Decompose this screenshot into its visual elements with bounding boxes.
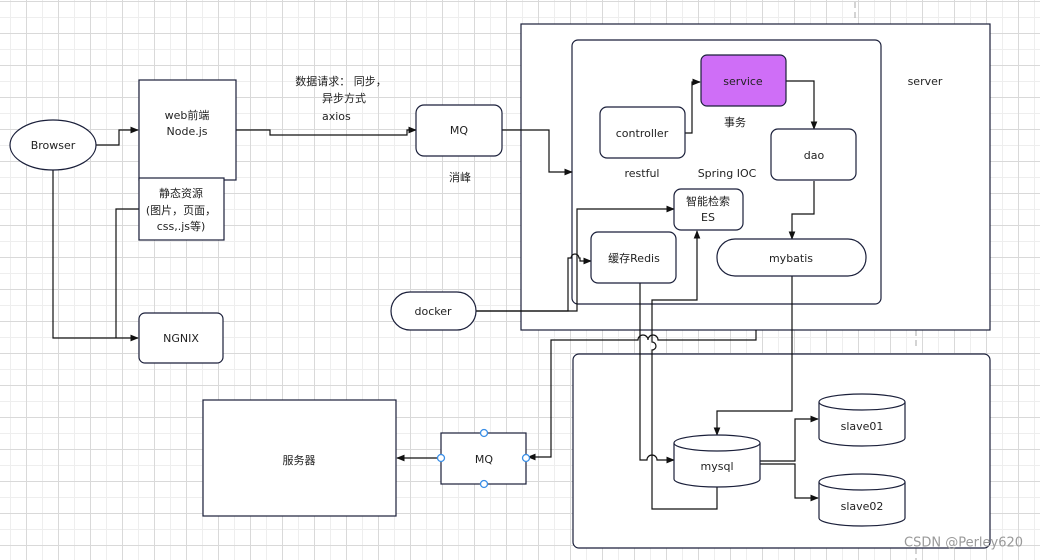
nginx-node[interactable]: NGNIX [138,312,224,364]
controller-label: controller [616,127,669,140]
static-resources-node[interactable]: 静态资源 (图片，页面， css,.js等) [138,177,225,241]
request-note-line-2: 异步方式 [322,91,366,105]
controller-node[interactable]: controller [599,106,686,159]
edge-browser-nginx [52,170,139,342]
database-container[interactable] [572,353,991,549]
mysql-label: mysql [701,460,734,473]
mq-bottom-node[interactable]: MQ [436,428,531,489]
slave02-node[interactable]: slave02 [818,473,906,527]
slave02-label: slave02 [841,500,884,513]
web-frontend-label-2: Node.js [167,125,208,138]
mybatis-node[interactable]: mybatis [716,238,867,277]
docker-label: docker [414,305,452,318]
dao-node[interactable]: dao [770,128,857,181]
service-caption: 事务 [724,116,746,129]
web-frontend-label-1: web前端 [165,108,210,122]
slave01-cylinder-top [818,393,906,411]
server-label: server [908,75,943,88]
service-label: service [723,75,763,88]
mq-bottom-label: MQ [475,453,493,466]
request-note-line-3: axios [322,110,351,123]
static-resources-label-3: css,.js等) [157,219,206,233]
edge-web-mq [236,126,417,136]
slave01-node[interactable]: slave01 [818,393,906,447]
mysql-cylinder-top [673,434,761,452]
redis-node[interactable]: 缓存Redis [590,231,677,284]
es-label-1: 智能检索 [686,194,730,208]
controller-caption: restful [625,167,660,180]
spring-ioc-label: Spring IOC [698,167,757,180]
server-machine-node[interactable]: 服务器 [202,399,397,517]
edge-browser-web [96,126,139,146]
connection-handle-top[interactable] [479,428,489,438]
mysql-node[interactable]: mysql [673,434,761,488]
slave01-label: slave01 [841,420,884,433]
mq-top-caption: 消峰 [449,170,471,184]
edge-static-nginx [115,208,139,338]
browser-label: Browser [31,139,76,152]
architecture-diagram: Browser web前端 Node.js 静态资源 (图片，页面， css,.… [9,2,1023,560]
mq-top-label: MQ [450,124,468,137]
es-node[interactable]: 智能检索 ES [673,188,744,231]
connection-handle-right[interactable] [521,453,531,463]
request-note-line-1: 数据请求： 同步， [295,74,387,88]
static-resources-label-2: (图片，页面， [146,204,216,217]
es-label-2: ES [701,211,715,224]
service-node[interactable]: service [700,54,787,107]
connection-handle-bottom[interactable] [479,479,489,489]
web-frontend-node[interactable]: web前端 Node.js [138,79,237,181]
browser-node[interactable]: Browser [9,119,97,171]
watermark: CSDN @Perley620 [904,536,1023,551]
server-machine-label: 服务器 [283,454,316,467]
mq-top-node[interactable]: MQ [415,104,503,157]
mybatis-label: mybatis [769,252,813,265]
dao-label: dao [804,149,825,162]
slave02-cylinder-top [818,473,906,491]
connection-handle-left[interactable] [436,453,446,463]
request-note: 数据请求： 同步， 异步方式 axios [295,74,387,123]
nginx-label: NGNIX [163,332,199,345]
static-resources-label-1: 静态资源 [159,186,203,200]
docker-node[interactable]: docker [390,291,477,331]
redis-label: 缓存Redis [608,251,660,265]
